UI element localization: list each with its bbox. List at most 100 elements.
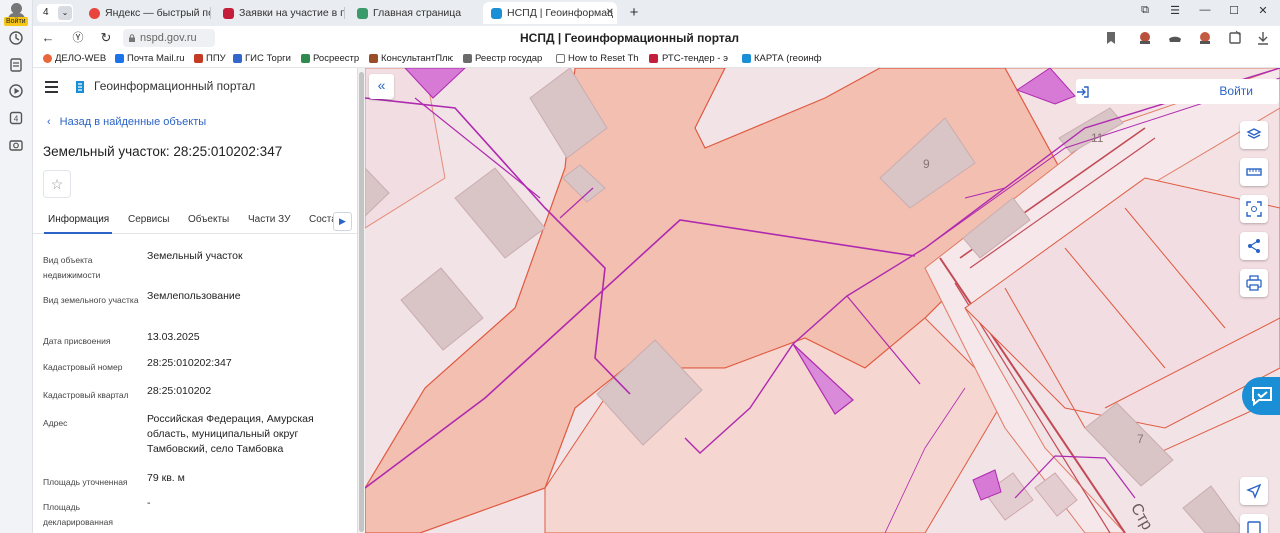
ruler-icon [1246, 168, 1262, 176]
close-window-icon[interactable]: ✕ [1255, 4, 1271, 17]
chevron-left-icon: ‹ [47, 116, 51, 128]
field-label: Вид объекта недвижимости [43, 255, 101, 280]
yandex-logo-icon[interactable]: Ⓨ [69, 29, 87, 47]
menu-burger-icon[interactable] [45, 81, 58, 96]
tab-separator [210, 7, 211, 19]
scrollbar-thumb[interactable] [359, 72, 364, 532]
menu-icon[interactable]: ☰ [1167, 4, 1183, 17]
nspd-favicon-icon [491, 8, 502, 19]
yandex-favicon-icon [89, 8, 100, 19]
map-canvas[interactable] [365, 68, 1280, 533]
bookmark-icon[interactable] [1103, 30, 1119, 46]
bookmark-reestr[interactable]: Реестр государ [463, 52, 547, 66]
tab-bar: 4 ⌄ Яндекс — быстрый поиск Заявки на уча… [33, 0, 1280, 26]
media-play-icon[interactable] [8, 83, 24, 99]
bookmark-delo-web[interactable]: ДЕЛО-WEB [43, 52, 113, 66]
back-arrow-icon[interactable]: ← [39, 29, 57, 47]
tab-title: Яндекс — быстрый поиск [105, 7, 211, 19]
tab-objects[interactable]: Объекты [188, 214, 229, 225]
extension-avatar-icon[interactable] [1197, 30, 1213, 46]
reload-icon[interactable]: ↻ [97, 29, 115, 47]
tab-rts-applications[interactable]: Заявки на участие в п [215, 2, 345, 24]
browser-sidebar: Войти 4 [0, 0, 33, 533]
tabs-scroll-right-button[interactable]: ▶ [333, 212, 352, 231]
map-tool-extra-button[interactable] [1240, 514, 1268, 533]
back-link-label: Назад в найденные объекты [59, 116, 207, 128]
back-to-results-link[interactable]: ‹ Назад в найденные объекты [47, 116, 206, 128]
tab-land-parts[interactable]: Части ЗУ [248, 214, 290, 225]
minimize-icon[interactable]: — [1197, 4, 1213, 16]
bookmark-karta[interactable]: КАРТА (геоинф [742, 52, 826, 66]
login-arrow-icon [1077, 86, 1089, 98]
maximize-icon[interactable]: ☐ [1226, 4, 1242, 17]
login-label: Войти [1219, 84, 1253, 98]
bookmark-gis-torgi[interactable]: ГИС Торги [233, 52, 296, 66]
layers-icon [1246, 128, 1262, 139]
cadastral-map[interactable]: 9 11 7 Стр « Войти [365, 68, 1280, 533]
history-icon[interactable] [8, 30, 24, 46]
share-button[interactable] [1240, 232, 1268, 260]
address-bar: ← Ⓨ ↻ nspd.gov.ru НСПД | Геоинформационн… [33, 26, 1280, 50]
login-button[interactable]: Войти [1076, 79, 1279, 104]
extension-icon[interactable] [1137, 30, 1153, 46]
reader-mode-icon[interactable] [1227, 30, 1243, 46]
bookmark-ppu[interactable]: ППУ [194, 52, 230, 66]
tab-nspd[interactable]: НСПД | Геоинформац ✕ [483, 2, 617, 24]
rts-favicon-icon [649, 54, 658, 63]
collapse-panel-button[interactable]: « [369, 74, 394, 99]
screenshot-icon[interactable] [8, 137, 24, 153]
profile-login-label[interactable]: Войти [4, 17, 28, 26]
tab-count-button[interactable]: 4 ⌄ [37, 4, 73, 22]
tab-information[interactable]: Информация [48, 214, 109, 225]
field-value: Российская Федерация, Амурская область, … [147, 413, 314, 455]
bookmark-label: ППУ [206, 53, 226, 64]
favorite-star-button[interactable]: ☆ [43, 170, 71, 198]
bookmark-consultant[interactable]: КонсультантПлюс [369, 52, 453, 66]
chat-icon [1252, 387, 1272, 407]
bookmark-howto[interactable]: How to Reset Th [556, 52, 640, 66]
my-location-button[interactable] [1240, 477, 1268, 505]
tab-main-page[interactable]: Главная страница [349, 2, 479, 24]
tab-composition[interactable]: Соста [309, 214, 333, 225]
bookmark-label: КАРТА (геоинф [754, 53, 822, 64]
bookmark-label: Реестр государ [475, 53, 543, 64]
new-tab-button[interactable]: + [625, 3, 643, 23]
support-chat-button[interactable] [1242, 377, 1280, 415]
bookmark-rts-tender[interactable]: РТС-тендер - э [649, 52, 733, 66]
field-label: Кадастровый номер [43, 362, 123, 372]
tab-services[interactable]: Сервисы [128, 214, 169, 225]
url-field[interactable]: nspd.gov.ru [123, 29, 215, 47]
layers-button[interactable] [1240, 121, 1268, 149]
panel-scrollbar[interactable] [357, 68, 365, 533]
bookmark-mail[interactable]: Почта Mail.ru [115, 52, 189, 66]
tab-yandex[interactable]: Яндекс — быстрый поиск [81, 2, 211, 24]
bookmarks-panel-icon[interactable]: ⧉ [1137, 4, 1153, 17]
mail-favicon-icon [115, 54, 124, 63]
chevrons-left-icon: « [377, 77, 386, 93]
info-tabs: Информация Сервисы Объекты Части ЗУ Сост… [33, 208, 357, 234]
measure-button[interactable] [1240, 158, 1268, 186]
rts-favicon-icon [223, 8, 234, 19]
close-tab-icon[interactable]: ✕ [606, 2, 614, 24]
print-button[interactable] [1240, 269, 1268, 297]
field-label: Вид земельного участка [43, 295, 139, 305]
profile-avatar[interactable]: Войти [4, 3, 28, 26]
field-label: Кадастровый квартал [43, 390, 129, 400]
extension-hat-icon[interactable] [1167, 30, 1183, 46]
collections-icon[interactable] [8, 57, 24, 73]
select-area-button[interactable] [1240, 195, 1268, 223]
tab-title: Заявки на участие в п [239, 7, 345, 19]
building [400, 267, 484, 351]
bookmark-label: Росреестр [313, 53, 360, 64]
star-icon: ☆ [50, 176, 64, 192]
field-value: Землепользование [147, 290, 241, 302]
download-icon[interactable] [1255, 30, 1271, 46]
bookmark-rosreestr[interactable]: Росреестр [301, 52, 363, 66]
object-title: Земельный участок: 28:25:010202:347 [43, 144, 283, 159]
object-info-panel: Геоинформационный портал ‹ Назад в найден… [33, 68, 357, 533]
shield-favicon-icon [357, 8, 368, 19]
bookmark-label: Почта Mail.ru [127, 53, 185, 64]
tabs-counter-icon[interactable]: 4 [8, 110, 24, 126]
field-value: 28:25:010202:347 [147, 357, 232, 369]
chevron-down-icon[interactable]: ⌄ [58, 6, 72, 20]
